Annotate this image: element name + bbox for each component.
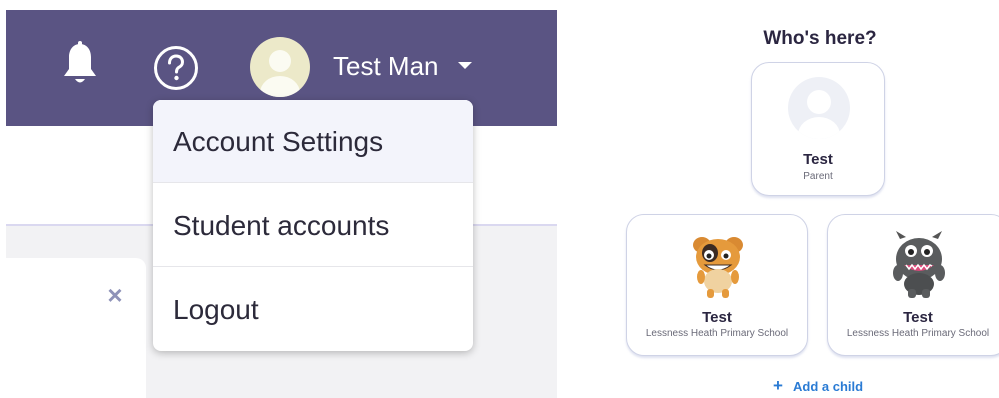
caret-down-icon[interactable]: [458, 62, 472, 69]
plus-icon: +: [773, 376, 783, 395]
dialog-panel: [6, 258, 146, 398]
menu-item-account-settings[interactable]: Account Settings: [153, 100, 473, 183]
user-name[interactable]: Test Man: [333, 50, 439, 82]
profile-school: Lessness Heath Primary School: [846, 328, 990, 339]
avatar: [788, 77, 850, 139]
child-profile-card[interactable]: Test Lessness Heath Primary School: [626, 214, 808, 356]
bell-icon[interactable]: [60, 40, 100, 90]
help-icon[interactable]: [152, 44, 200, 92]
profile-role: Parent: [803, 171, 833, 182]
menu-item-logout[interactable]: Logout: [153, 268, 473, 351]
parent-profile-card[interactable]: Test Parent: [751, 62, 885, 196]
person-silhouette-icon: [798, 90, 840, 139]
menu-item-student-accounts[interactable]: Student accounts: [153, 184, 473, 267]
close-icon[interactable]: ×: [102, 282, 128, 308]
profile-school: Lessness Heath Primary School: [645, 328, 789, 339]
profile-name: Test: [702, 309, 732, 326]
account-dropdown-menu: Account Settings Student accounts Logout: [153, 100, 473, 351]
avatar[interactable]: [250, 37, 310, 97]
child-profile-card[interactable]: Test Lessness Heath Primary School: [827, 214, 999, 356]
profile-name: Test: [903, 309, 933, 326]
profile-name: Test: [803, 151, 833, 168]
add-child-link[interactable]: + Add a child: [773, 376, 863, 396]
monster-avatar-icon: [693, 237, 743, 298]
monster-avatar-icon: [893, 231, 945, 298]
account-menu-screen: Test Man × Account Settings Student acco…: [0, 0, 557, 398]
add-child-label: Add a child: [793, 379, 864, 394]
person-silhouette-icon: [260, 50, 300, 97]
profile-chooser: Who's here? Test Parent Test Lessness He…: [620, 0, 999, 398]
page-title: Who's here?: [763, 28, 877, 49]
